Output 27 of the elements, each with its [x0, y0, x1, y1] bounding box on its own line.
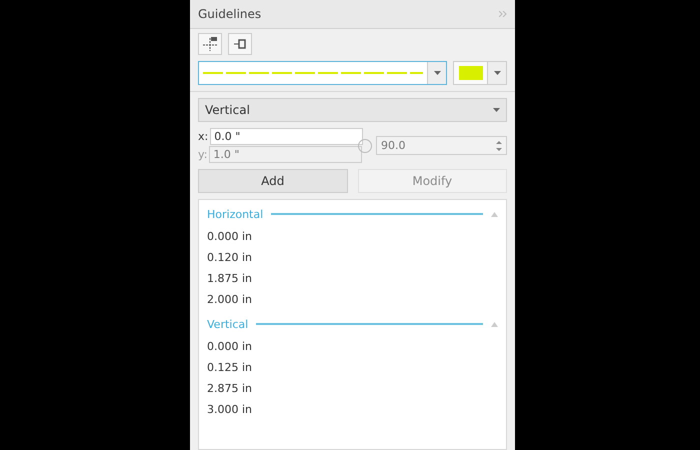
guideline-item[interactable]: 2.000 in: [207, 289, 498, 310]
field-label: y:: [198, 148, 208, 161]
panel-title: Guidelines: [198, 7, 262, 21]
lock-guideline-button[interactable]: [228, 33, 252, 55]
action-button[interactable]: Add: [198, 169, 348, 193]
caret-icon: [434, 71, 440, 75]
guideline-item[interactable]: 0.000 in: [207, 226, 498, 247]
angle-icon: [358, 138, 372, 152]
line-style-dropdown[interactable]: [198, 61, 447, 85]
collapse-icon[interactable]: [491, 212, 498, 216]
guideline-anchor-icon: [233, 38, 247, 50]
guideline-item[interactable]: 0.120 in: [207, 247, 498, 268]
field-label: x:: [198, 130, 208, 143]
position-field[interactable]: 0.0 ": [210, 128, 364, 145]
collapse-icon[interactable]: [491, 322, 498, 326]
caret-icon: [494, 71, 500, 75]
caret-icon: [493, 108, 500, 112]
color-picker[interactable]: [453, 61, 507, 85]
guideline-item[interactable]: 0.125 in: [207, 357, 498, 378]
guideline-preset-button[interactable]: [198, 33, 222, 55]
guideline-item[interactable]: 3.000 in: [207, 399, 498, 420]
guideline-flag-icon: [202, 36, 218, 52]
guideline-item[interactable]: 2.875 in: [207, 378, 498, 399]
orientation-dropdown[interactable]: Vertical: [198, 98, 507, 122]
expand-icon[interactable]: [499, 11, 507, 17]
guideline-item[interactable]: 1.875 in: [207, 268, 498, 289]
guideline-item[interactable]: 0.000 in: [207, 336, 498, 357]
